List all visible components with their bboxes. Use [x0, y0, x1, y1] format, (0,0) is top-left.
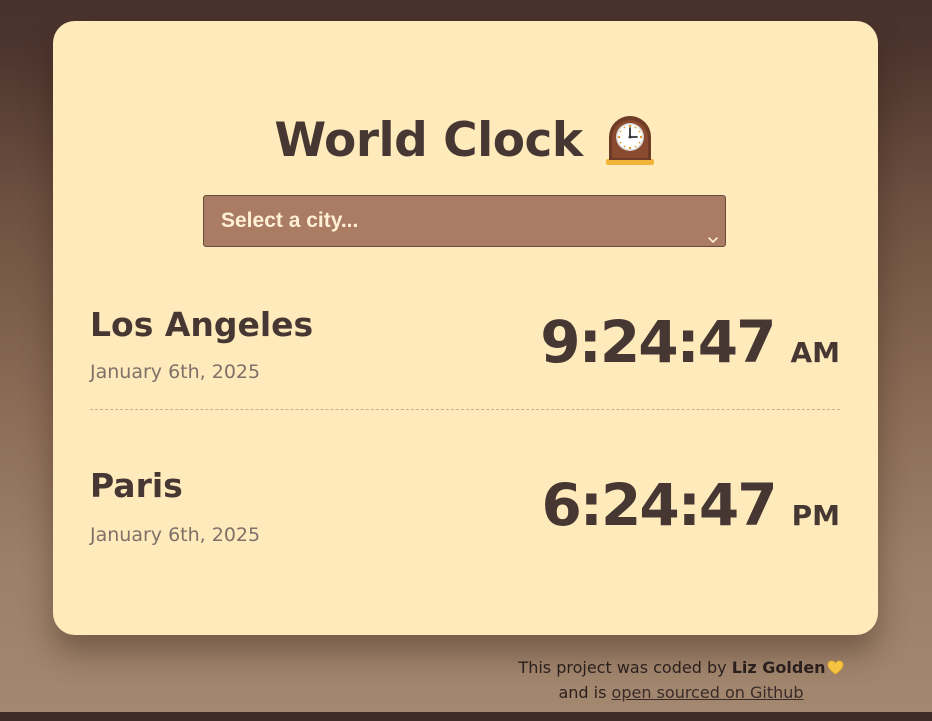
- city-row-paris: Paris January 6th, 2025 6:24:47 PM: [90, 464, 840, 584]
- bottom-bar: [0, 712, 932, 721]
- world-clock-card: World Clock Select a city... Los Angeles…: [53, 21, 878, 635]
- github-link[interactable]: open sourced on Github: [612, 683, 804, 702]
- time-meridiem: AM: [790, 336, 840, 369]
- footer-text-prefix: This project was coded by: [518, 658, 727, 677]
- city-select[interactable]: Select a city...: [203, 195, 726, 247]
- city-row-los-angeles: Los Angeles January 6th, 2025 9:24:47 AM: [90, 301, 840, 421]
- yellow-heart-icon: [827, 657, 844, 675]
- footer-text-middle: and is: [558, 683, 607, 702]
- city-select-placeholder: Select a city...: [221, 209, 359, 232]
- chevron-down-icon: [707, 215, 719, 243]
- time-meridiem: PM: [791, 499, 840, 532]
- title-row: World Clock: [53, 113, 878, 167]
- city-time: 9:24:47 AM: [540, 313, 840, 371]
- page-title: World Clock: [274, 112, 583, 168]
- footer-line-1: This project was coded by Liz Golden: [466, 655, 896, 680]
- footer-line-2: and is open sourced on Github: [466, 680, 896, 705]
- footer-author: Liz Golden: [731, 658, 826, 677]
- footer: This project was coded by Liz Golden and…: [466, 655, 896, 705]
- city-name: Paris: [90, 466, 183, 505]
- city-date: January 6th, 2025: [90, 361, 261, 383]
- city-time: 6:24:47 PM: [541, 476, 840, 534]
- time-value: 6:24:47: [541, 471, 777, 539]
- city-date: January 6th, 2025: [90, 524, 261, 546]
- city-name: Los Angeles: [90, 305, 314, 344]
- city-divider: [90, 409, 840, 410]
- mantelpiece-clock-icon: [603, 113, 657, 167]
- time-value: 9:24:47: [540, 308, 776, 376]
